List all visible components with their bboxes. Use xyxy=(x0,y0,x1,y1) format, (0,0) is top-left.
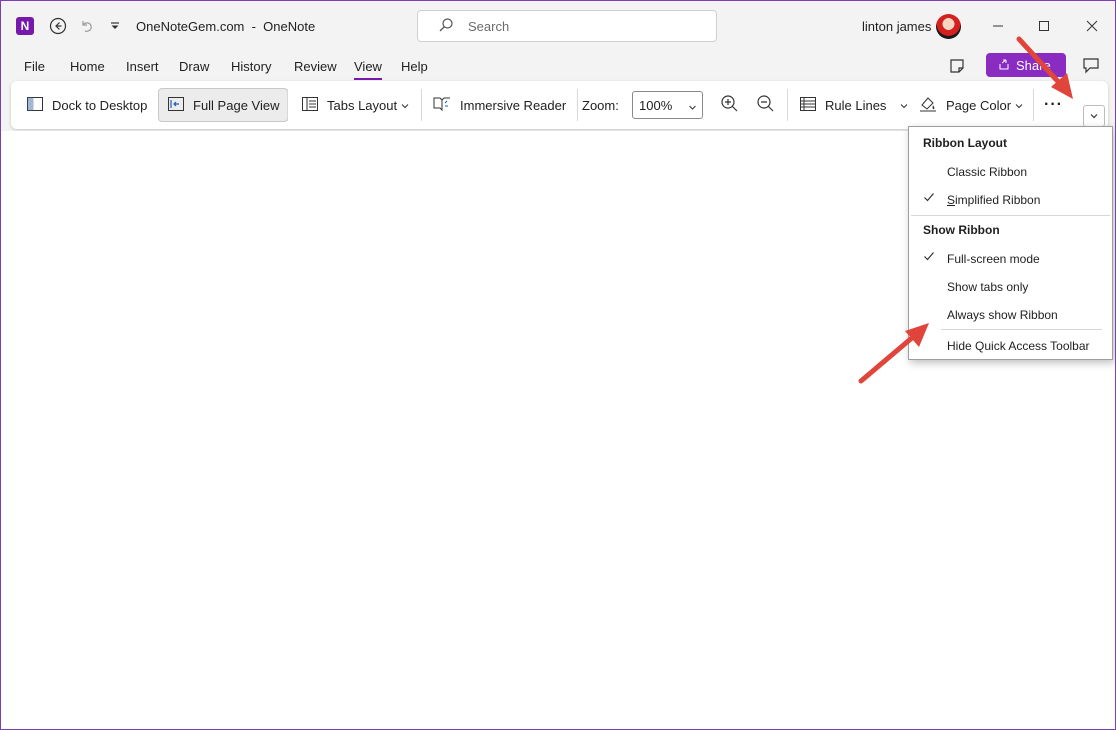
zoom-out-button[interactable] xyxy=(755,91,775,119)
show-ribbon-header: Show Ribbon xyxy=(923,223,1000,237)
zoom-in-button[interactable] xyxy=(719,91,739,119)
tab-draw[interactable]: Draw xyxy=(179,59,209,74)
zoom-value: 100% xyxy=(639,97,673,113)
chevron-down-icon xyxy=(401,98,409,113)
customize-toolbar-icon[interactable] xyxy=(104,15,126,37)
comments-icon[interactable] xyxy=(1081,56,1101,79)
classic-ribbon-item[interactable]: Classic Ribbon xyxy=(947,165,1027,179)
full-page-view-button[interactable]: Full Page View xyxy=(158,88,289,122)
window-title: OneNoteGem.com - OneNote xyxy=(136,19,316,34)
minimize-icon[interactable] xyxy=(983,15,1013,37)
zoom-in-icon xyxy=(719,94,739,117)
dock-label: Dock to Desktop xyxy=(52,97,148,113)
check-icon xyxy=(923,191,935,206)
full-page-view-icon xyxy=(167,95,185,116)
check-icon xyxy=(923,250,935,265)
ribbon-divider xyxy=(787,89,788,121)
search-input[interactable]: Search xyxy=(417,10,717,42)
avatar[interactable] xyxy=(936,14,961,39)
page-color-button[interactable]: Page Color xyxy=(918,91,1023,119)
dock-icon xyxy=(26,95,44,116)
close-icon[interactable] xyxy=(1077,15,1107,37)
hide-quick-access-toolbar-item[interactable]: Hide Quick Access Toolbar xyxy=(947,339,1090,353)
always-show-ribbon-item[interactable]: Always show Ribbon xyxy=(947,308,1058,322)
show-tabs-only-item[interactable]: Show tabs only xyxy=(947,280,1028,294)
sticky-notes-icon[interactable] xyxy=(949,58,965,77)
share-icon xyxy=(998,58,1010,73)
chevron-down-icon xyxy=(900,98,908,113)
chevron-down-icon xyxy=(1089,109,1099,124)
tab-file[interactable]: File xyxy=(24,59,45,74)
chevron-down-icon xyxy=(688,100,697,115)
ribbon-display-options-button[interactable] xyxy=(1083,105,1105,127)
tab-view[interactable]: View xyxy=(354,59,382,80)
rule-lines-label: Rule Lines xyxy=(825,97,887,113)
simplified-ribbon: Dock to Desktop Full Page View Tabs Layo… xyxy=(11,81,1108,129)
tabs-layout-label: Tabs Layout xyxy=(327,97,398,113)
annotation-arrow-icon xyxy=(1016,36,1073,99)
tab-insert[interactable]: Insert xyxy=(126,59,159,74)
dock-to-desktop-button[interactable]: Dock to Desktop xyxy=(26,91,147,119)
zoom-select[interactable]: 100% xyxy=(632,91,703,119)
menu-bar: File Home Insert Draw History Review Vie… xyxy=(1,51,1115,81)
tab-history[interactable]: History xyxy=(231,59,271,74)
zoom-out-icon xyxy=(755,94,775,117)
immersive-reader-label: Immersive Reader xyxy=(460,97,567,113)
full-screen-mode-item[interactable]: Full-screen mode xyxy=(947,252,1040,266)
annotation-arrow-icon xyxy=(858,323,929,384)
page-color-label: Page Color xyxy=(946,97,1012,113)
tab-review[interactable]: Review xyxy=(294,59,337,74)
full-page-view-label: Full Page View xyxy=(193,97,280,113)
ribbon-divider xyxy=(287,89,288,121)
onenote-window: N OneNoteGem.com - OneNote Search linton… xyxy=(0,0,1116,730)
back-icon[interactable] xyxy=(47,15,69,37)
undo-icon[interactable] xyxy=(76,15,98,37)
immersive-reader-button[interactable]: Immersive Reader xyxy=(432,91,566,119)
title-bar: N OneNoteGem.com - OneNote Search linton… xyxy=(1,1,1115,51)
user-name[interactable]: linton james xyxy=(862,19,931,34)
ribbon-divider xyxy=(577,89,578,121)
tabs-layout-button[interactable]: Tabs Layout xyxy=(301,91,409,119)
tabs-layout-icon xyxy=(301,95,319,116)
search-placeholder: Search xyxy=(468,18,510,34)
page-color-icon xyxy=(918,95,938,116)
rule-lines-icon xyxy=(799,95,817,116)
ribbon-divider xyxy=(421,89,422,121)
ribbon-layout-header: Ribbon Layout xyxy=(923,136,1007,150)
onenote-app-icon: N xyxy=(16,17,34,35)
simplified-ribbon-item[interactable]: Simplified Ribbon xyxy=(947,193,1040,207)
rule-lines-button[interactable]: Rule Lines xyxy=(799,91,908,119)
immersive-reader-icon xyxy=(432,95,452,116)
search-icon xyxy=(438,17,454,36)
zoom-label: Zoom: xyxy=(582,97,619,113)
menu-divider xyxy=(911,215,1110,216)
tab-help[interactable]: Help xyxy=(401,59,428,74)
menu-divider xyxy=(941,329,1102,330)
tab-home[interactable]: Home xyxy=(70,59,105,74)
